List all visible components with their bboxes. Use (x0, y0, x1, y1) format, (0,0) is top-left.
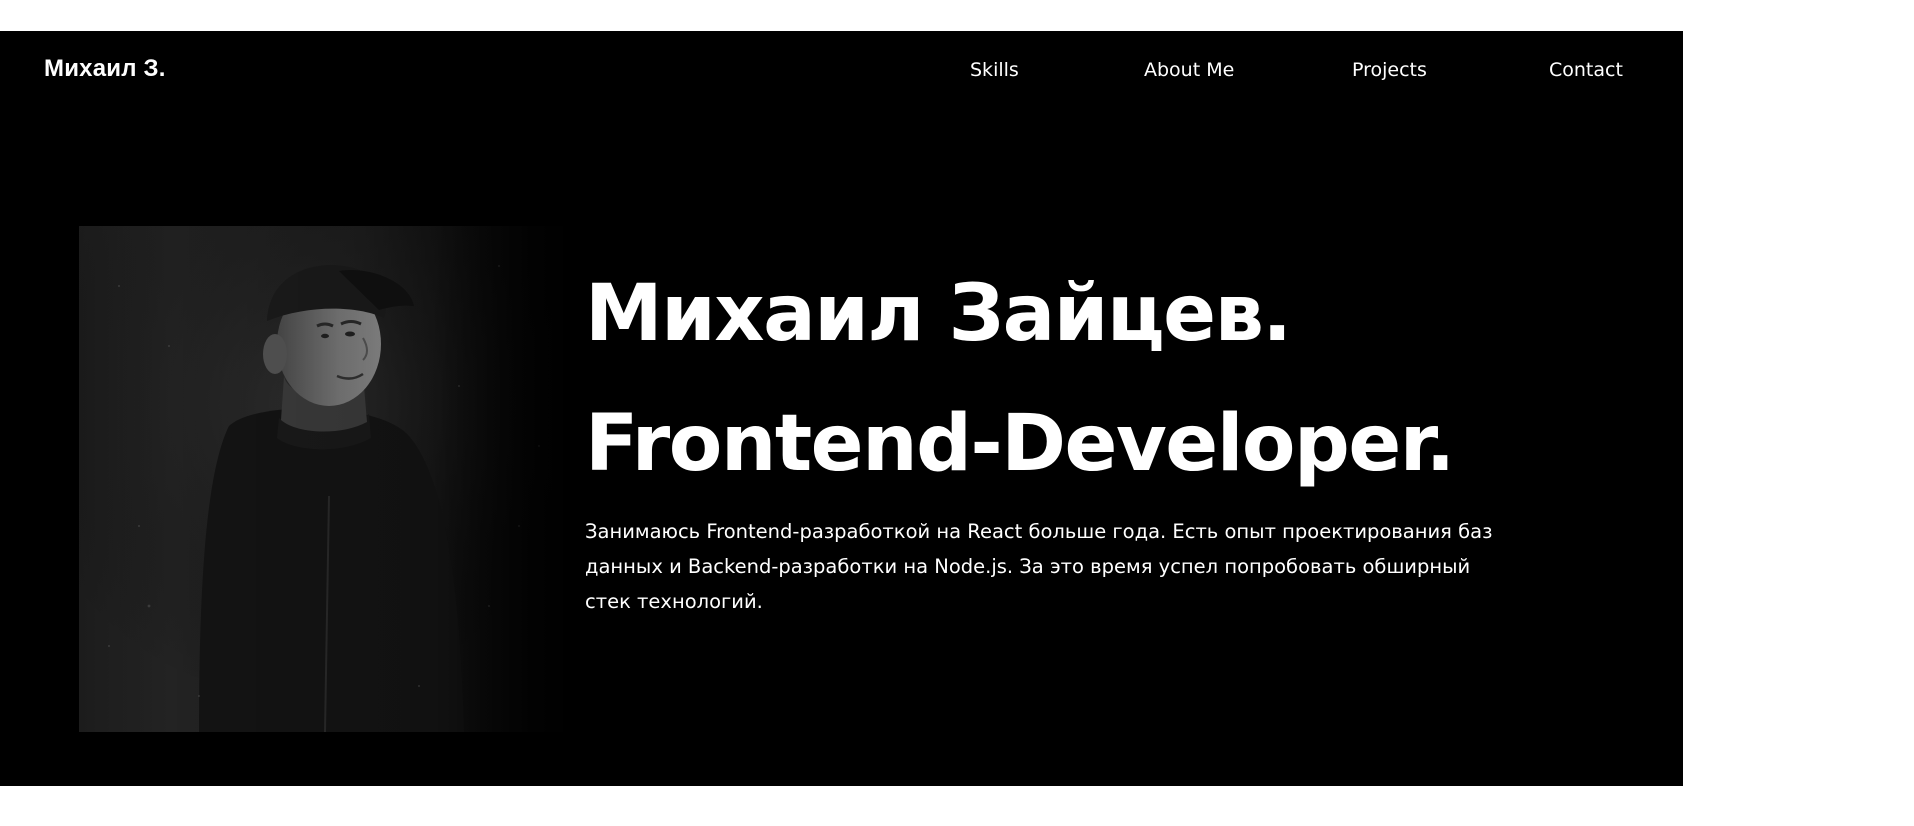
main-nav: Skills About Me Projects Contact (0, 57, 1683, 87)
hero-bio: Занимаюсь Frontend-разработкой на React … (585, 520, 1493, 613)
nav-link-projects[interactable]: Projects (1352, 57, 1427, 83)
portrait-photo (79, 226, 585, 732)
nav-link-about-me[interactable]: About Me (1144, 57, 1234, 83)
hero-headline: Михаил Зайцев. Frontend-Developer. (585, 249, 1455, 509)
nav-link-contact[interactable]: Contact (1549, 57, 1623, 83)
hero-section: Михаил З. Skills About Me Projects Conta… (0, 31, 1683, 786)
hero-title-role: Frontend-Developer. (585, 399, 1455, 489)
hero-title-name: Михаил Зайцев. (585, 269, 1292, 359)
nav-link-skills[interactable]: Skills (970, 57, 1019, 83)
portrait-illustration (79, 226, 585, 732)
